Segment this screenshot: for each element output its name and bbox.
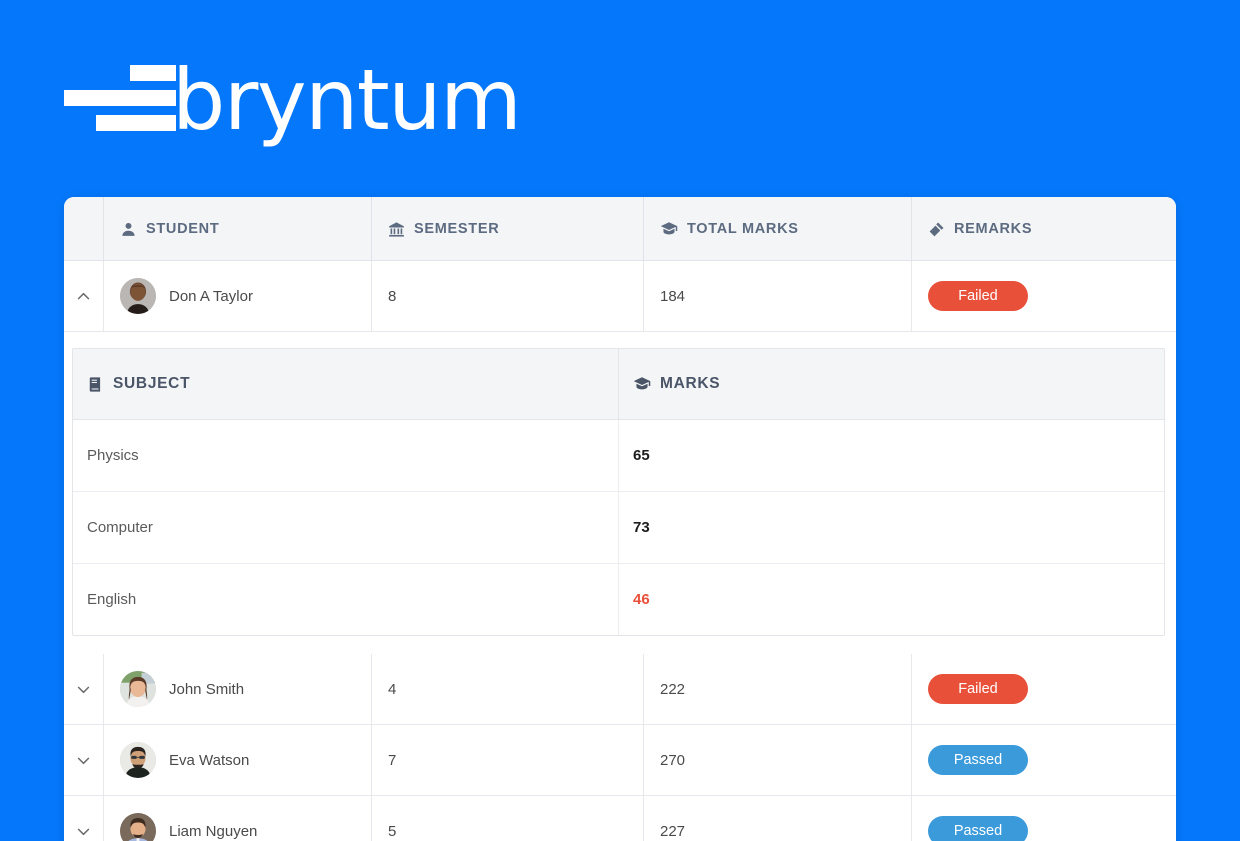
cell-remarks: Failed <box>912 654 1176 724</box>
row-expander-toggle[interactable] <box>64 654 104 724</box>
list-item[interactable]: English 46 <box>73 564 1164 635</box>
column-header-remarks-label: REMARKS <box>954 221 1033 237</box>
cell-student: Don A Taylor <box>104 261 372 331</box>
avatar <box>120 671 156 707</box>
chevron-down-icon <box>75 681 92 698</box>
logo-wordmark: bryntum <box>172 51 522 149</box>
cell-marks: 46 <box>619 564 1164 635</box>
grid-header-row: STUDENT SEMESTER TOTAL MARKS REMARKS <box>64 197 1176 261</box>
cell-subject: Physics <box>73 420 619 491</box>
student-name: Liam Nguyen <box>169 822 258 840</box>
column-header-remarks[interactable]: REMARKS <box>912 197 1176 261</box>
cell-subject: English <box>73 564 619 635</box>
cell-remarks: Passed <box>912 725 1176 795</box>
status-badge: Failed <box>928 674 1028 704</box>
marks-value: 73 <box>633 519 650 536</box>
cell-marks: 65 <box>619 420 1164 491</box>
bank-icon <box>388 221 405 238</box>
student-grid-card: STUDENT SEMESTER TOTAL MARKS REMARKS Don… <box>64 197 1176 841</box>
subject-marks-subgrid: SUBJECT MARKS Physics 65 Computer 73 Eng… <box>72 348 1165 636</box>
logo-bar-middle <box>64 90 176 106</box>
gavel-icon <box>928 221 945 238</box>
cell-student: Eva Watson <box>104 725 372 795</box>
cell-semester: 4 <box>372 654 644 724</box>
row-expander-toggle[interactable] <box>64 261 104 331</box>
avatar <box>120 278 156 314</box>
column-header-semester[interactable]: SEMESTER <box>372 197 644 261</box>
column-header-student[interactable]: STUDENT <box>104 197 372 261</box>
student-name: Don A Taylor <box>169 287 253 305</box>
cell-total-marks: 270 <box>644 725 912 795</box>
expanded-detail-region: SUBJECT MARKS Physics 65 Computer 73 Eng… <box>64 332 1176 654</box>
student-name: Eva Watson <box>169 751 250 769</box>
subgrid-column-header-subject-label: SUBJECT <box>113 375 191 392</box>
column-header-semester-label: SEMESTER <box>414 221 500 237</box>
list-item[interactable]: Physics 65 <box>73 420 1164 492</box>
subgrid-column-header-marks-label: MARKS <box>660 375 721 392</box>
cell-total-marks: 222 <box>644 654 912 724</box>
person-icon <box>120 221 137 238</box>
list-item[interactable]: Computer 73 <box>73 492 1164 564</box>
student-name: John Smith <box>169 680 245 698</box>
cell-subject: Computer <box>73 492 619 563</box>
logo-bar-top <box>130 65 176 81</box>
graduation-cap-icon <box>633 375 651 393</box>
status-badge: Passed <box>928 816 1028 841</box>
table-row[interactable]: Don A Taylor 8 184 Failed <box>64 261 1176 332</box>
avatar <box>120 813 156 841</box>
bryntum-bars-logo-icon <box>64 62 176 134</box>
marks-value: 46 <box>633 591 650 608</box>
chevron-up-icon <box>75 288 92 305</box>
chevron-down-icon <box>75 752 92 769</box>
cell-semester: 5 <box>372 796 644 841</box>
marks-value: 65 <box>633 447 650 464</box>
column-header-student-label: STUDENT <box>146 221 220 237</box>
table-row[interactable]: Eva Watson 7 270 Passed <box>64 725 1176 796</box>
status-badge: Failed <box>928 281 1028 311</box>
cell-total-marks: 227 <box>644 796 912 841</box>
cell-student: Liam Nguyen <box>104 796 372 841</box>
cell-remarks: Failed <box>912 261 1176 331</box>
book-icon <box>87 376 104 393</box>
cell-semester: 8 <box>372 261 644 331</box>
logo-bar-bottom <box>96 115 176 131</box>
cell-remarks: Passed <box>912 796 1176 841</box>
avatar <box>120 742 156 778</box>
cell-marks: 73 <box>619 492 1164 563</box>
subgrid-column-header-subject[interactable]: SUBJECT <box>73 349 619 419</box>
column-header-total-marks-label: TOTAL MARKS <box>687 221 799 237</box>
column-header-total-marks[interactable]: TOTAL MARKS <box>644 197 912 261</box>
cell-total-marks: 184 <box>644 261 912 331</box>
status-badge: Passed <box>928 745 1028 775</box>
cell-semester: 7 <box>372 725 644 795</box>
row-expander-toggle[interactable] <box>64 796 104 841</box>
bryntum-logo: bryntum <box>64 51 522 149</box>
table-row[interactable]: Liam Nguyen 5 227 Passed <box>64 796 1176 841</box>
cell-student: John Smith <box>104 654 372 724</box>
chevron-down-icon <box>75 823 92 840</box>
graduation-cap-icon <box>660 220 678 238</box>
table-row[interactable]: John Smith 4 222 Failed <box>64 654 1176 725</box>
row-expander-toggle[interactable] <box>64 725 104 795</box>
grid-header-expander-cell <box>64 197 104 261</box>
subgrid-column-header-marks[interactable]: MARKS <box>619 349 1164 419</box>
subgrid-header-row: SUBJECT MARKS <box>73 349 1164 420</box>
